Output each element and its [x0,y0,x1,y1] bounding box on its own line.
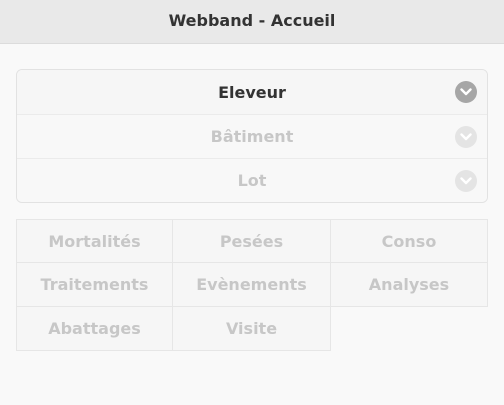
selector-lot[interactable]: Lot [17,158,487,202]
menu-item-mortalites[interactable]: Mortalités [16,219,173,263]
selector-eleveur[interactable]: Eleveur [17,70,487,114]
menu-item-label: Pesées [219,231,284,251]
menu-item-abattages[interactable]: Abattages [16,307,173,351]
selector-list: Eleveur Bâtiment Lot [16,69,488,203]
page-title: Webband - Accueil [168,11,336,30]
menu-item-label: Visite [225,319,278,338]
menu-grid-empty-slot [331,307,488,351]
menu-item-label: Analyses [368,275,450,294]
menu-item-label: Traitements [40,275,149,294]
menu-item-visite[interactable]: Visite [173,307,331,351]
menu-item-traitements[interactable]: Traitements [16,263,173,307]
menu-item-label: Mortalités [48,231,141,251]
page: Webband - Accueil Eleveur Bâtiment Lot M… [0,0,504,405]
menu-item-label: Conso [381,231,437,251]
menu-item-analyses[interactable]: Analyses [331,263,488,307]
menu-item-evenements[interactable]: Evènements [173,263,331,307]
menu-item-label: Evènements [196,275,307,294]
header-bar: Webband - Accueil [0,0,504,44]
menu-item-label: Abattages [48,319,141,338]
chevron-down-icon [455,125,477,148]
selector-label: Lot [237,171,267,190]
menu-item-pesees[interactable]: Pesées [173,219,331,263]
selector-label: Eleveur [218,82,286,102]
chevron-down-icon [455,169,477,192]
selector-batiment[interactable]: Bâtiment [17,114,487,158]
chevron-down-icon [455,81,477,103]
menu-item-conso[interactable]: Conso [331,219,488,263]
selector-label: Bâtiment [210,127,294,146]
menu-grid: Mortalités Pesées Conso Traitements Evèn… [16,219,488,351]
